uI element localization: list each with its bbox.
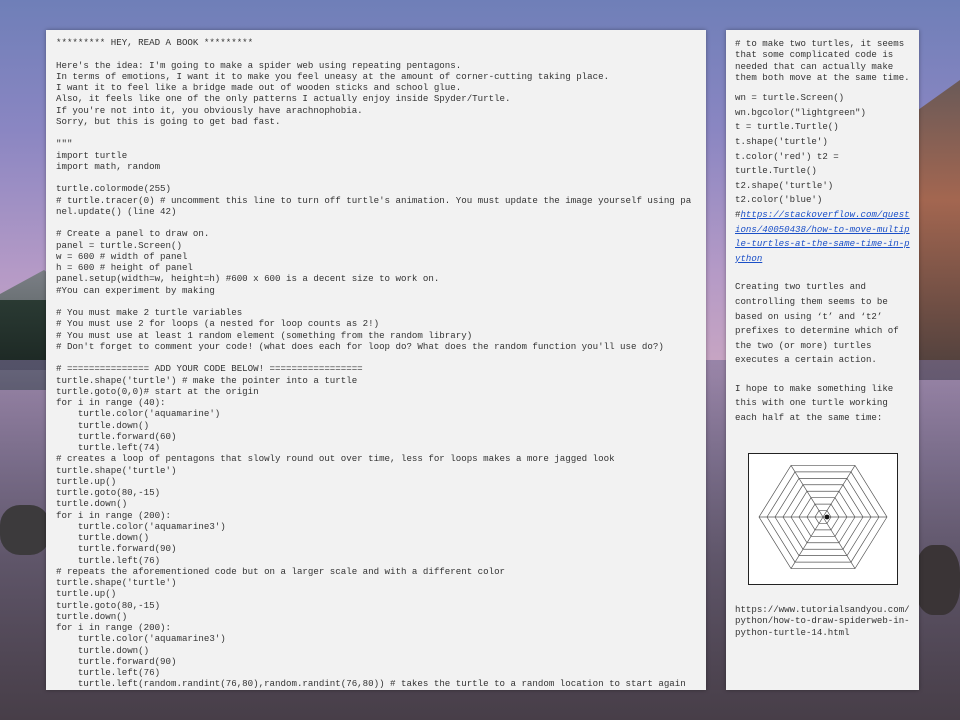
code-line: In terms of emotions, I want it to make … [56,70,610,82]
code-line: import turtle [56,149,128,161]
paragraph-2: I hope to make something like this with … [735,382,894,424]
code-line: turtle.forward(90) [77,655,177,667]
web-spider [824,514,830,520]
code-line: turtle.shape('turtle') [56,464,177,476]
code-line: # You must make 2 turtle variables [56,307,243,318]
code-line: turtle.left(random.randint(76,80),random… [77,678,686,690]
code-line: turtle.down() [77,419,150,431]
code-line: for i in range (200): [56,622,171,633]
code-line: for i in range (200): [56,509,171,521]
spiderweb-image [748,452,898,585]
code-line: # Create a panel to draw on. [56,228,210,240]
code-line: turtle.up() [56,475,117,487]
code-line: turtle.left(76) [77,554,161,566]
paragraph-1: Creating two turtles and controlling the… [735,281,899,366]
code-line: turtle.goto(80,-15) [56,487,161,498]
code-line: w = 600 # width of panel [56,250,188,262]
code-line: turtle.left(74) [77,442,161,453]
code-line: panel.setup(width=w, height=h) #600 x 60… [56,273,440,285]
code-line: turtle.down() [77,532,150,543]
code-line: I want it to feel like a bridge made out… [56,82,462,93]
code-line: # repeats the aforementioned code but on… [56,565,506,577]
code-line: turtle.goto(80,-15) [56,599,161,611]
code-line: turtle.color('aquamarine3') [77,520,226,532]
code-line: Also, it feels like one of the only patt… [56,93,511,105]
code-line: If you're not into it, you obviously hav… [56,104,363,116]
code-line: # turtle.tracer(0) # uncomment this line… [56,194,692,217]
code-line: turtle.color('aquamarine') [77,408,221,420]
code-line: # You must use 2 for loops (a nested for… [56,318,380,330]
code-line: # You must use at least 1 random element… [56,329,473,341]
code-line: import math, random [56,160,161,172]
code-line: turtle.forward(60) [77,430,177,442]
code-line: # Don't forget to comment your code! (wh… [56,340,664,352]
code-line: Here's the idea: I'm going to make a spi… [56,59,462,71]
code-line: # creates a loop of pentagons that slowl… [56,453,615,465]
code-line: turtle.forward(90) [77,543,177,555]
source-url: https://www.tutorialsandyou.com/python/h… [735,603,910,638]
side-code-line: t.shape('turtle') [735,135,828,147]
code-line: turtle.colormode(255) [56,183,171,195]
stackoverflow-link[interactable]: https://stackoverflow.com/questions/4005… [735,209,910,264]
code-line: panel = turtle.Screen() [56,239,182,251]
code-line: turtle.shape('turtle') # make the pointe… [56,374,358,386]
code-line: turtle.color('aquamarine3') [77,633,226,645]
code-line: turtle.goto(0,0)# start at the origin [56,385,259,397]
code-line: turtle.left(76) [77,667,161,678]
rock-right [915,545,960,615]
notes-panel[interactable]: # to make two turtles, it seems that som… [726,30,919,690]
side-code-line: t2.color('blue') [735,194,823,206]
code-line: ********* HEY, READ A BOOK ********* [56,37,254,48]
code-line: """ [56,138,73,150]
code-line: h = 600 # height of panel [56,262,193,273]
side-code-line: wn = turtle.Screen() [735,92,845,104]
code-line: turtle.up() [56,588,117,600]
code-panel[interactable]: ********* HEY, READ A BOOK ********* Her… [46,30,706,690]
code-line: turtle.down() [56,610,128,622]
side-code-line: t.color('red') t2 = [735,150,839,162]
side-code-block: wn = turtle.Screen() wn.bgcolor("lightgre… [735,91,910,208]
code-line: turtle.down() [77,644,150,656]
code-line: #You can experiment by making [56,284,215,296]
code-line: for i in range (40): [56,397,166,408]
link-paragraph: #https://stackoverflow.com/questions/400… [735,208,910,266]
code-line: turtle.down() [56,498,128,510]
side-code-line: t2.shape('turtle') [735,179,834,191]
code-line: # =============== ADD YOUR CODE BELOW! =… [56,363,363,375]
code-listing[interactable]: ********* HEY, READ A BOOK ********* Her… [46,30,706,690]
side-code-line: t = turtle.Turtle() [735,121,839,133]
code-line: turtle.shape('turtle') [56,577,177,588]
code-line: Sorry, but this is going to get bad fast… [56,115,281,127]
side-code-line: wn.bgcolor("lightgreen") [735,106,866,118]
spiderweb-drawing [758,464,888,569]
side-code-line: turtle.Turtle() [735,165,817,177]
note-text: # to make two turtles, it seems that som… [735,38,910,83]
rock-left [0,505,50,555]
